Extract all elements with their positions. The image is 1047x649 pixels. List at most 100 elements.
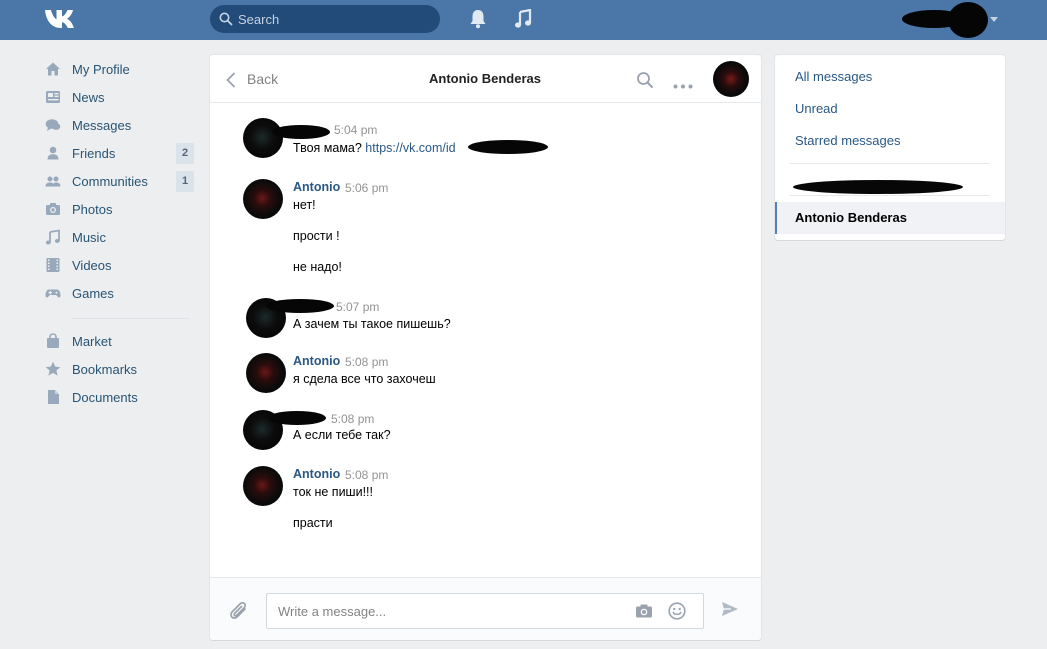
message-text: А если тебе так?	[293, 428, 391, 442]
nav-label: Games	[72, 286, 114, 301]
document-icon	[45, 389, 61, 405]
bell-icon[interactable]	[469, 9, 487, 32]
message-input[interactable]: Write a message...	[266, 593, 704, 629]
nav-label: My Profile	[72, 62, 130, 77]
chat-title[interactable]: Antonio Benderas	[360, 71, 610, 86]
vk-logo-icon[interactable]	[44, 8, 80, 30]
left-nav: My Profile News Messages Friends 2 Commu…	[40, 56, 196, 412]
message-time: 5:08 pm	[345, 468, 389, 482]
message-text: прости !	[293, 229, 340, 243]
send-icon[interactable]	[721, 601, 739, 620]
nav-label: Market	[72, 334, 112, 349]
nav-label: Friends	[72, 146, 116, 161]
nav-label: Communities	[72, 174, 148, 189]
redacted-conversation-mark[interactable]	[793, 180, 963, 194]
gamepad-icon	[45, 285, 61, 301]
message-author[interactable]: Antonio	[293, 354, 340, 368]
friends-count-badge: 2	[176, 143, 194, 164]
camera-icon	[45, 201, 61, 217]
nav-item-communities[interactable]: Communities 1	[40, 168, 196, 196]
nav-item-my-profile[interactable]: My Profile	[40, 56, 196, 84]
more-options-icon[interactable]	[673, 77, 693, 92]
communities-count-badge: 1	[176, 171, 194, 192]
redacted-name-mark	[266, 299, 334, 313]
avatar[interactable]	[243, 179, 283, 219]
nav-item-photos[interactable]: Photos	[40, 196, 196, 224]
star-icon	[45, 361, 61, 377]
news-icon	[45, 89, 61, 105]
bag-icon	[45, 333, 61, 349]
message-text: я сдела все что захочеш	[293, 372, 436, 386]
paperclip-icon[interactable]	[229, 600, 249, 625]
camera-icon[interactable]	[635, 603, 653, 622]
search-input[interactable]: Search	[210, 5, 440, 33]
message-author[interactable]: Antonio	[293, 180, 340, 194]
nav-label: Messages	[72, 118, 132, 133]
nav-label: Documents	[72, 390, 138, 405]
panel-divider	[790, 195, 990, 196]
smiley-icon[interactable]	[668, 602, 686, 623]
chevron-left-icon[interactable]	[226, 72, 236, 91]
chat-header: Back Antonio Benderas	[210, 55, 761, 103]
nav-divider	[72, 318, 189, 319]
back-button[interactable]: Back	[247, 71, 278, 87]
message-text: нет!	[293, 198, 316, 212]
messages-icon	[45, 117, 61, 133]
nav-item-friends[interactable]: Friends 2	[40, 140, 196, 168]
redacted-link-mark	[468, 140, 548, 154]
user-menu[interactable]	[900, 2, 1000, 38]
nav-label: Photos	[72, 202, 113, 217]
music-note-icon[interactable]	[514, 8, 532, 32]
nav-item-documents[interactable]: Documents	[40, 384, 196, 412]
starred-messages-link[interactable]: Starred messages	[795, 133, 901, 148]
message-text: не надо!	[293, 260, 342, 274]
search-icon[interactable]	[636, 71, 654, 92]
conversation-filter-panel: All messages Unread Starred messages Ant…	[775, 55, 1005, 240]
nav-item-market[interactable]: Market	[40, 328, 196, 356]
message-time: 5:08 pm	[345, 355, 389, 369]
nav-label: Videos	[72, 258, 112, 273]
chat-panel: Back Antonio Benderas 5:04 pm Твоя мама?…	[210, 55, 761, 640]
message-text: прасти	[293, 516, 333, 530]
search-placeholder: Search	[238, 12, 280, 27]
message-link[interactable]: https://vk.com/id	[365, 141, 455, 155]
nav-item-bookmarks[interactable]: Bookmarks	[40, 356, 196, 384]
redacted-name-mark	[268, 411, 326, 425]
avatar[interactable]	[243, 118, 283, 158]
message-list: 5:04 pm Твоя мама? https://vk.com/id Ant…	[210, 104, 761, 576]
avatar[interactable]	[246, 353, 286, 393]
message-time: 5:08 pm	[331, 412, 375, 426]
conversation-name: Antonio Benderas	[795, 210, 907, 225]
nav-item-music[interactable]: Music	[40, 224, 196, 252]
nav-item-videos[interactable]: Videos	[40, 252, 196, 280]
music-note-icon	[45, 229, 61, 245]
nav-label: News	[72, 90, 105, 105]
film-icon	[45, 257, 61, 273]
friends-icon	[45, 145, 61, 161]
message-text: А зачем ты такое пишешь?	[293, 317, 451, 331]
home-icon	[45, 61, 61, 77]
panel-divider	[790, 163, 990, 164]
message-time: 5:04 pm	[334, 123, 378, 137]
message-time: 5:06 pm	[345, 181, 389, 195]
top-header: Search	[0, 0, 1047, 40]
nav-item-messages[interactable]: Messages	[40, 112, 196, 140]
nav-item-games[interactable]: Games	[40, 280, 196, 308]
message-text: Твоя мама? https://vk.com/id	[293, 141, 456, 155]
nav-label: Bookmarks	[72, 362, 138, 377]
message-input-placeholder: Write a message...	[278, 604, 387, 619]
redacted-name-mark	[272, 125, 330, 139]
message-time: 5:07 pm	[336, 300, 380, 314]
communities-icon	[45, 173, 61, 189]
avatar[interactable]	[243, 466, 283, 506]
message-author[interactable]: Antonio	[293, 467, 340, 481]
nav-label: Music	[72, 230, 106, 245]
search-icon	[219, 12, 233, 29]
conversation-item-active[interactable]: Antonio Benderas	[775, 202, 1005, 234]
avatar	[948, 2, 988, 38]
all-messages-link[interactable]: All messages	[795, 69, 872, 84]
chevron-down-icon	[990, 17, 998, 22]
nav-item-news[interactable]: News	[40, 84, 196, 112]
unread-link[interactable]: Unread	[795, 101, 838, 116]
avatar[interactable]	[713, 61, 749, 97]
